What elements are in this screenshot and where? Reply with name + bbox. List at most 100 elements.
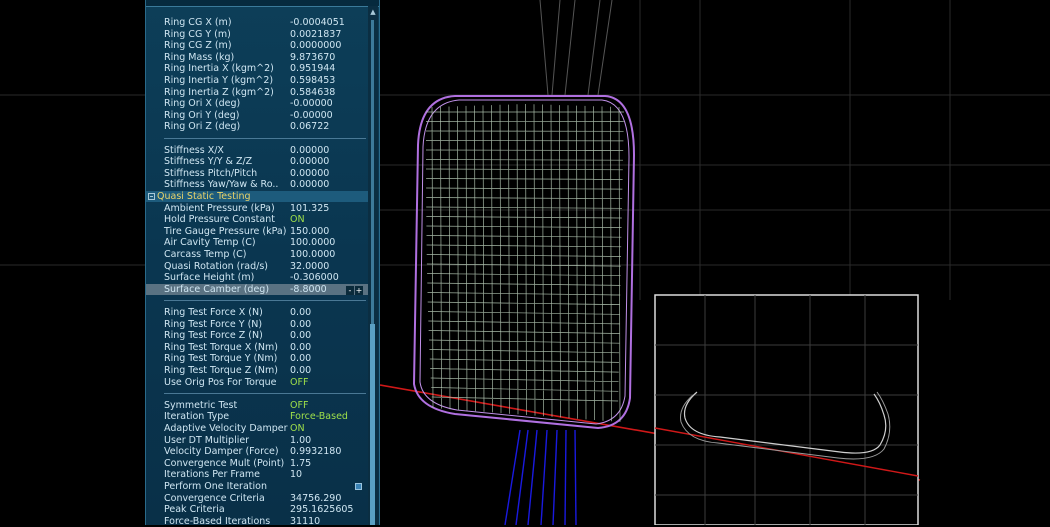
property-row-ring-test-force-x-n[interactable]: Ring Test Force X (N) 0.00 [146,307,368,319]
property-value[interactable]: 0.00 [290,353,311,365]
property-row-ring-test-force-y-n[interactable]: Ring Test Force Y (N) 0.00 [146,319,368,331]
value-spinner[interactable]: - + [345,285,363,295]
property-label: Stiffness Y/Y & Z/Z [164,156,253,168]
property-row-ring-test-torque-z-nm[interactable]: Ring Test Torque Z (Nm) 0.00 [146,365,368,377]
property-row-stiffness-yaw-yaw-ro[interactable]: Stiffness Yaw/Yaw & Ro.. 0.00000 [146,179,368,191]
property-row-stiffness-y-y-z-z[interactable]: Stiffness Y/Y & Z/Z 0.00000 [146,156,368,168]
increment-button[interactable]: + [355,285,363,295]
property-row-user-dt-multiplier[interactable]: User DT Multiplier 1.00 [146,435,368,447]
property-row-iteration-type[interactable]: Iteration Type Force-Based [146,411,368,423]
property-value[interactable]: -0.0004051 [290,17,345,29]
property-row-ring-mass-kg[interactable]: Ring Mass (kg) 9.873670 [146,52,368,64]
property-value[interactable]: 0.598453 [290,75,335,87]
property-row-force-based-iterations[interactable]: Force-Based Iterations 31110 [146,516,368,527]
property-value[interactable]: 0.9932180 [290,446,341,458]
property-value[interactable]: 9.873670 [290,52,335,64]
property-value[interactable]: 0.06722 [290,121,329,133]
property-row-stiffness-x-x[interactable]: Stiffness X/X 0.00000 [146,145,368,157]
property-value[interactable]: 0.00 [290,307,311,319]
property-row-ring-cg-z-m[interactable]: Ring CG Z (m) 0.0000000 [146,40,368,52]
property-row-adaptive-velocity-damper[interactable]: Adaptive Velocity Damper ON [146,423,368,435]
property-value[interactable]: 0.584638 [290,87,335,99]
property-row-symmetric-test[interactable]: Symmetric Test OFF [146,400,368,412]
property-row-surface-camber-deg[interactable]: Surface Camber (deg) -8.8000 - + [146,283,368,296]
property-value[interactable]: -0.00000 [290,110,333,122]
property-row-convergence-mult-point[interactable]: Convergence Mult (Point) 1.75 [146,458,368,470]
property-label: Use Orig Pos For Torque [164,376,277,388]
property-value[interactable]: 0.00000 [290,156,329,168]
property-value[interactable]: 1.00 [290,435,311,447]
property-value[interactable]: OFF [290,400,308,412]
property-value[interactable]: -8.8000 [290,284,327,296]
property-value[interactable]: 0.00 [290,365,311,377]
collapse-icon[interactable] [148,193,155,201]
property-label: Hold Pressure Constant [164,214,275,226]
property-label: Perform One Iteration [164,481,267,492]
property-value[interactable]: OFF [290,377,308,389]
property-value[interactable]: 0.00000 [290,168,329,180]
property-row-iterations-per-frame[interactable]: Iterations Per Frame 10 [146,469,368,481]
property-label: Adaptive Velocity Damper [164,423,288,434]
property-label: Ring Ori Y (deg) [164,109,240,121]
property-value[interactable]: 150.000 [290,226,329,238]
property-row-peak-criteria[interactable]: Peak Criteria 295.1625605 [146,504,368,516]
property-value[interactable]: 100.0000 [290,249,335,261]
property-value[interactable]: ON [290,214,305,226]
property-row-ring-cg-x-m[interactable]: Ring CG X (m) -0.0004051 [146,17,368,29]
property-value[interactable]: ON [290,423,305,435]
property-row-hold-pressure-constant[interactable]: Hold Pressure Constant ON [146,214,368,226]
property-row-ambient-pressure-kpa[interactable]: Ambient Pressure (kPa) 101.325 [146,203,368,215]
property-value[interactable]: 10 [290,469,302,481]
property-value[interactable]: 100.0000 [290,237,335,249]
property-row-stiffness-pitch-pitch[interactable]: Stiffness Pitch/Pitch 0.00000 [146,168,368,180]
property-value[interactable]: 0.951944 [290,63,335,75]
section-header-quasi-static-testing[interactable]: Quasi Static Testing [146,191,368,203]
property-row-use-orig-pos-for-torque[interactable]: Use Orig Pos For Torque OFF [146,377,368,389]
property-value[interactable]: 34756.290 [290,493,341,505]
property-value[interactable]: 0.00000 [290,179,329,191]
property-value[interactable]: Force-Based [290,411,348,423]
property-value[interactable]: 32.0000 [290,261,329,273]
property-row-carcass-temp-c[interactable]: Carcass Temp (C) 100.0000 [146,249,368,261]
property-row-ring-test-torque-y-nm[interactable]: Ring Test Torque Y (Nm) 0.00 [146,353,368,365]
property-value[interactable]: 0.00000 [290,145,329,157]
property-row-surface-height-m[interactable]: Surface Height (m) -0.306000 [146,272,368,284]
scroll-thumb[interactable] [370,324,375,525]
property-value[interactable]: 295.1625605 [290,504,353,516]
property-value[interactable]: 0.00 [290,319,311,331]
property-row-quasi-rotation-rad-s[interactable]: Quasi Rotation (rad/s) 32.0000 [146,261,368,273]
property-value[interactable]: 0.0000000 [290,40,341,52]
perform-one-iteration-checkbox[interactable] [355,483,362,490]
property-row-ring-inertia-y-kgm-2[interactable]: Ring Inertia Y (kgm^2) 0.598453 [146,75,368,87]
property-row-perform-one-iteration[interactable]: Perform One Iteration [146,481,368,493]
panel-scrollbar[interactable]: ▲ [368,6,378,525]
property-row-tire-gauge-pressure-kpa[interactable]: Tire Gauge Pressure (kPa) 150.000 [146,226,368,238]
property-row-velocity-damper-force[interactable]: Velocity Damper (Force) 0.9932180 [146,446,368,458]
section-title: Quasi Static Testing [157,191,251,203]
property-label: Ring Test Torque Y (Nm) [164,353,278,365]
property-row-ring-test-force-z-n[interactable]: Ring Test Force Z (N) 0.00 [146,330,368,342]
property-label: Convergence Mult (Point) [164,457,285,469]
property-value[interactable]: 0.0021837 [290,29,341,41]
property-value[interactable]: 1.75 [290,458,311,470]
property-row-ring-ori-z-deg[interactable]: Ring Ori Z (deg) 0.06722 [146,121,368,133]
properties-panel[interactable]: Ring CG X (m) -0.0004051 Ring CG Y (m) 0.00… [145,0,380,527]
property-row-ring-inertia-x-kgm-2[interactable]: Ring Inertia X (kgm^2) 0.951944 [146,63,368,75]
property-label: Velocity Damper (Force) [164,446,279,458]
property-row-ring-ori-x-deg[interactable]: Ring Ori X (deg) -0.00000 [146,98,368,110]
property-value[interactable]: 0.00 [290,330,311,342]
property-row-ring-ori-y-deg[interactable]: Ring Ori Y (deg) -0.00000 [146,110,368,122]
property-row-air-cavity-temp-c[interactable]: Air Cavity Temp (C) 100.0000 [146,237,368,249]
property-row-ring-test-torque-x-nm[interactable]: Ring Test Torque X (Nm) 0.00 [146,342,368,354]
property-label: Convergence Criteria [164,492,265,504]
property-value[interactable]: 31110 [290,516,320,527]
property-row-ring-cg-y-m[interactable]: Ring CG Y (m) 0.0021837 [146,29,368,41]
scroll-up-arrow-icon[interactable]: ▲ [369,8,377,16]
property-value[interactable]: -0.00000 [290,98,333,110]
property-row-convergence-criteria[interactable]: Convergence Criteria 34756.290 [146,493,368,505]
property-row-ring-inertia-z-kgm-2[interactable]: Ring Inertia Z (kgm^2) 0.584638 [146,87,368,99]
property-value[interactable]: 101.325 [290,203,329,215]
property-value[interactable]: 0.00 [290,342,311,354]
property-value[interactable]: -0.306000 [290,272,339,284]
decrement-button[interactable]: - [346,285,354,295]
